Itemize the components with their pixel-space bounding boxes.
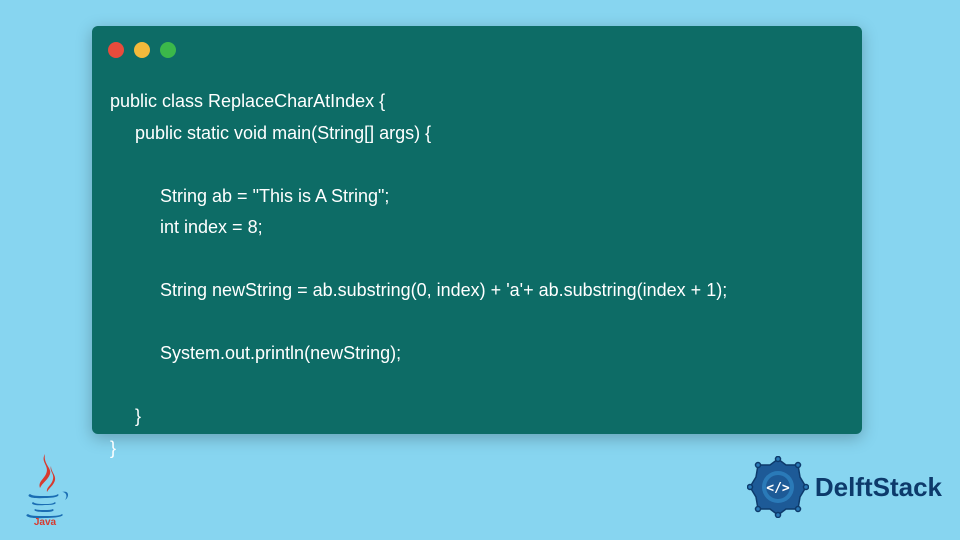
maximize-icon: [160, 42, 176, 58]
java-logo-icon: Java: [18, 452, 72, 526]
minimize-icon: [134, 42, 150, 58]
delftstack-name: DelftStack: [815, 472, 942, 503]
window-traffic-lights: [108, 42, 176, 58]
svg-text:</>: </>: [766, 481, 790, 496]
delftstack-badge-icon: </>: [747, 456, 809, 518]
code-content: public class ReplaceCharAtIndex { public…: [110, 86, 844, 464]
delftstack-brand: </> DelftStack: [747, 456, 942, 518]
code-window: public class ReplaceCharAtIndex { public…: [92, 26, 862, 434]
close-icon: [108, 42, 124, 58]
java-label: Java: [34, 517, 57, 526]
